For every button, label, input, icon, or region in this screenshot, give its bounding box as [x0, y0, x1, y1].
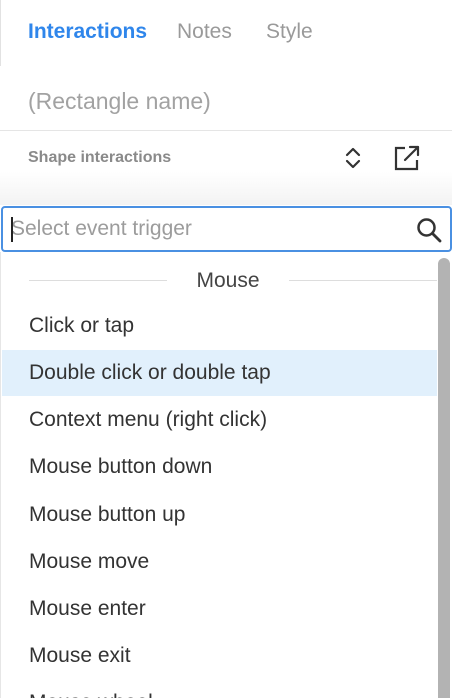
tab-style[interactable]: Style: [266, 18, 313, 46]
section-title: Shape interactions: [28, 149, 172, 166]
external-link-icon[interactable]: [393, 144, 421, 172]
tab-interactions[interactable]: Interactions: [28, 18, 147, 46]
tab-notes[interactable]: Notes: [177, 18, 232, 46]
menu-item-click-or-tap[interactable]: Click or tap: [2, 303, 437, 349]
menu-item-mouse-exit[interactable]: Mouse exit: [2, 633, 437, 679]
menu-item-mouse-move[interactable]: Mouse move: [2, 539, 437, 585]
event-trigger-dropdown: Mouse Click or tap Double click or doubl…: [0, 252, 452, 698]
menu-item-mouse-enter[interactable]: Mouse enter: [2, 586, 437, 632]
group-divider-left: [29, 280, 167, 281]
expand-collapse-icon[interactable]: [339, 144, 367, 172]
menu-item-context-menu[interactable]: Context menu (right click): [2, 397, 437, 443]
group-label: Mouse: [196, 269, 260, 292]
shape-name-field[interactable]: (Rectangle name): [28, 86, 211, 116]
menu-item-double-click[interactable]: Double click or double tap: [2, 350, 437, 396]
tab-bar: Interactions Notes Style: [0, 0, 452, 66]
search-icon[interactable]: [415, 216, 443, 244]
group-header-mouse: Mouse: [1, 266, 437, 296]
menu-item-mouse-button-up[interactable]: Mouse button up: [2, 492, 437, 538]
shape-interactions-header: Shape interactions: [0, 131, 452, 205]
menu-item-mouse-wheel[interactable]: Mouse wheel: [2, 680, 437, 698]
text-cursor: [11, 217, 13, 242]
event-trigger-input[interactable]: [9, 208, 405, 250]
event-trigger-search: [1, 206, 452, 252]
group-divider-right: [289, 280, 437, 281]
menu-item-mouse-button-down[interactable]: Mouse button down: [2, 444, 437, 490]
scrollbar-thumb[interactable]: [438, 258, 450, 698]
